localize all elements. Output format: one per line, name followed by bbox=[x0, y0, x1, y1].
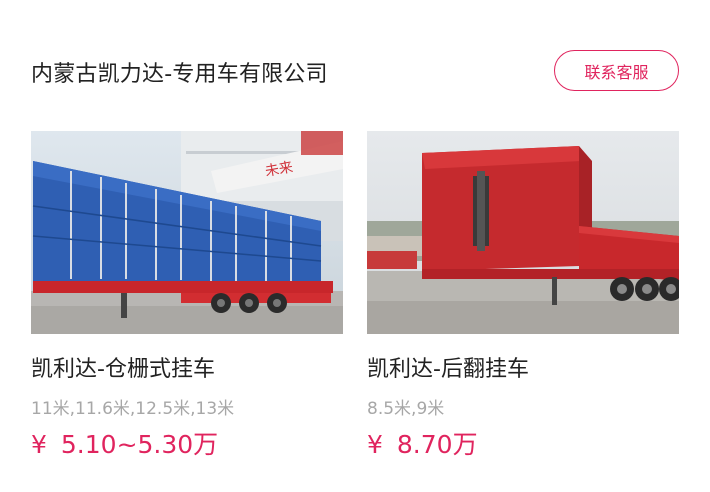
price-value: 8.70万 bbox=[396, 430, 478, 459]
contact-service-button[interactable]: 联系客服 bbox=[554, 50, 679, 91]
currency-symbol: ¥ bbox=[31, 430, 47, 459]
product-title[interactable]: 凯利达-后翻挂车 bbox=[367, 351, 529, 383]
page-header: 内蒙古凯力达-专用车有限公司 联系客服 bbox=[0, 0, 710, 120]
product-specs: 8.5米,9米 bbox=[367, 399, 445, 419]
price-value: 5.10~5.30万 bbox=[60, 430, 219, 459]
currency-symbol: ¥ bbox=[367, 430, 383, 459]
product-image[interactable] bbox=[367, 131, 679, 334]
product-image[interactable]: 未来 bbox=[31, 131, 343, 334]
product-card[interactable]: 凯利达-后翻挂车 8.5米,9米 ¥8.70万 bbox=[367, 131, 679, 459]
product-card[interactable]: 未来 凯利达-仓栅式挂车 11米,11.6米,12.5米,13米 ¥ 5.10~… bbox=[31, 131, 343, 459]
product-title[interactable]: 凯利达-仓栅式挂车 bbox=[31, 351, 215, 383]
rear-dump-semi-trailer-photo bbox=[367, 131, 679, 334]
company-name: 内蒙古凯力达-专用车有限公司 bbox=[31, 62, 328, 87]
stake-fence-semi-trailer-photo: 未来 bbox=[31, 131, 343, 334]
product-price: ¥5.10~5.30万 bbox=[31, 425, 218, 461]
product-price: ¥8.70万 bbox=[367, 425, 478, 461]
product-specs: 11米,11.6米,12.5米,13米 bbox=[31, 399, 235, 419]
